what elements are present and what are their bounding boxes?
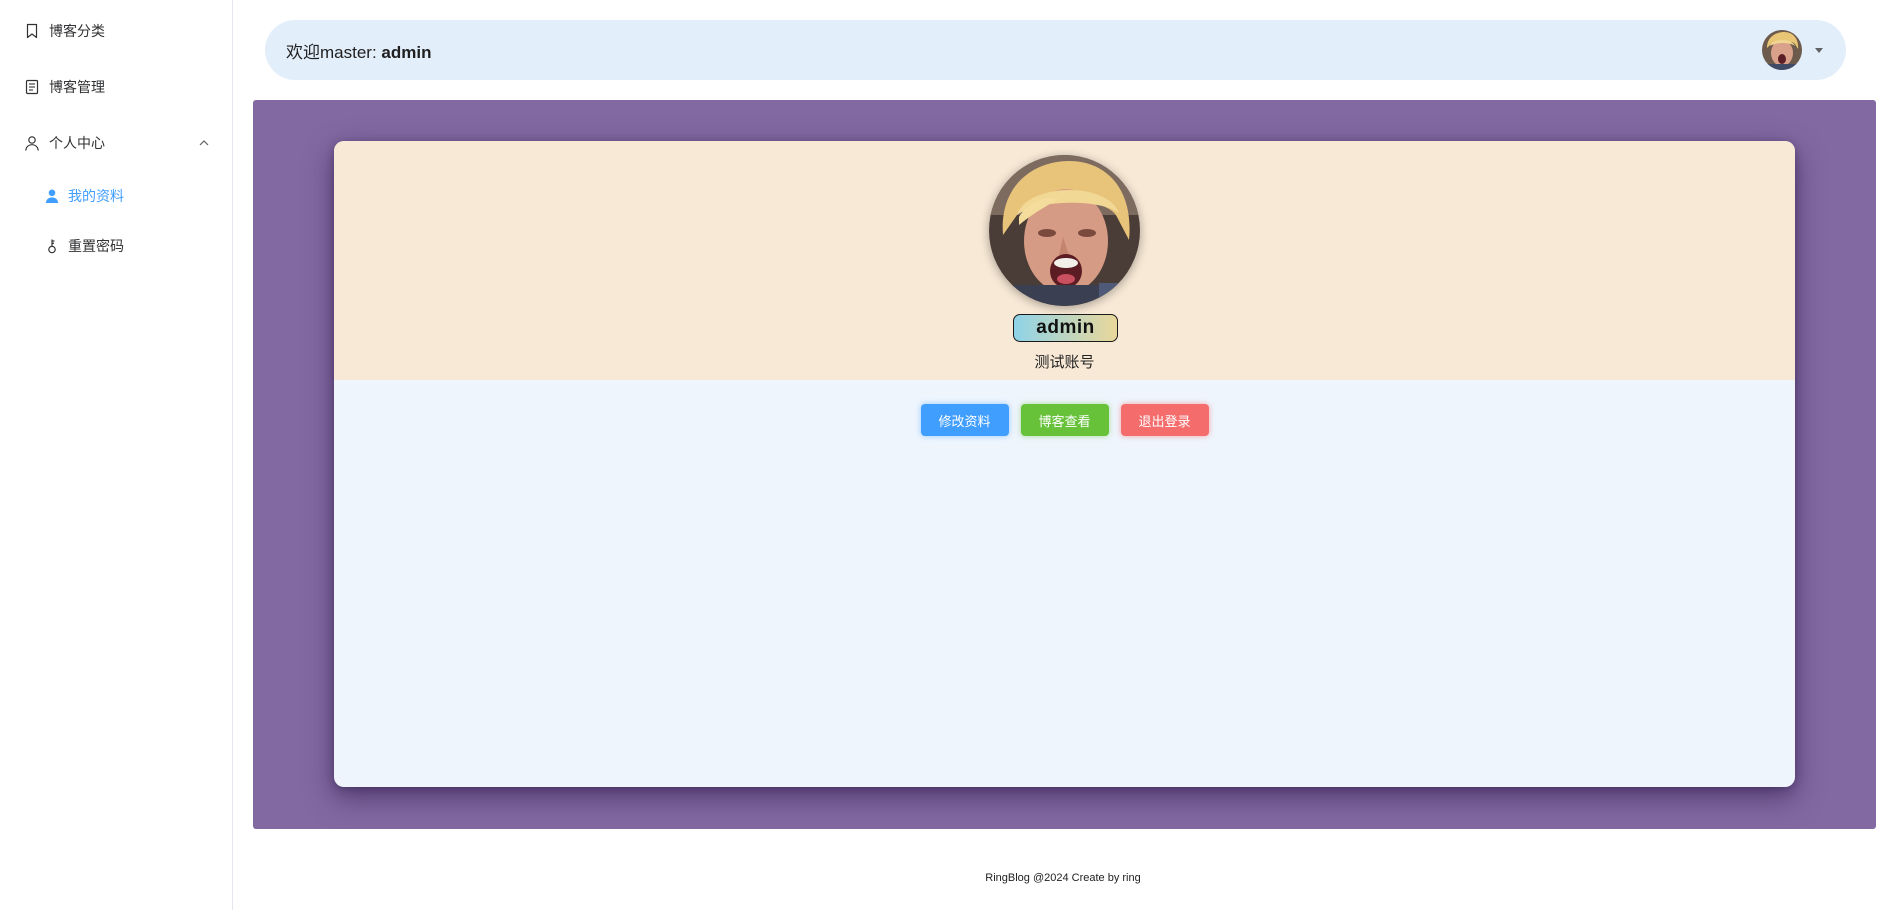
sidebar-item-reset-password[interactable]: 重置密码 (0, 221, 232, 271)
profile-actions: 修改资料 博客查看 退出登录 (334, 404, 1795, 436)
profile-avatar (989, 155, 1140, 306)
sidebar-item-label: 博客管理 (49, 79, 105, 95)
sidebar-item-label: 我的资料 (68, 188, 124, 204)
profile-card: admin 测试账号 修改资料 博客查看 退出登录 (334, 141, 1795, 787)
welcome-prefix: 欢迎master: (286, 42, 382, 62)
user-icon (24, 135, 40, 151)
chevron-up-icon[interactable] (198, 137, 210, 149)
edit-profile-button[interactable]: 修改资料 (920, 404, 1009, 436)
logout-button[interactable]: 退出登录 (1120, 404, 1209, 436)
profile-description: 测试账号 (1034, 354, 1095, 371)
header-username: admin (381, 42, 432, 62)
sidebar-item-blog-manage[interactable]: 博客管理 (0, 59, 232, 115)
sidebar-item-label: 重置密码 (68, 238, 124, 254)
sidebar-item-label: 个人中心 (49, 135, 105, 151)
footer-copyright: RingBlog @2024 Create by ring (985, 872, 1141, 884)
welcome-text: 欢迎master: admin (286, 38, 431, 63)
bookmark-icon (24, 23, 40, 39)
sidebar-item-my-profile[interactable]: 我的资料 (0, 171, 232, 221)
document-icon (24, 79, 40, 95)
avatar[interactable] (1762, 30, 1802, 70)
sidebar: 博客分类 博客管理 个人中心 我的资料 重置密码 (0, 0, 233, 910)
top-header: 欢迎master: admin (265, 20, 1846, 80)
sidebar-item-personal-center[interactable]: 个人中心 (0, 115, 232, 171)
user-filled-icon (44, 188, 60, 204)
sidebar-item-blog-category[interactable]: 博客分类 (0, 3, 232, 59)
caret-down-icon[interactable] (1814, 46, 1824, 54)
sidebar-item-label: 博客分类 (49, 23, 105, 39)
main-panel: admin 测试账号 修改资料 博客查看 退出登录 (253, 100, 1876, 829)
profile-username-badge: admin (1013, 314, 1118, 342)
key-icon (44, 238, 60, 254)
view-blog-button[interactable]: 博客查看 (1020, 404, 1109, 436)
